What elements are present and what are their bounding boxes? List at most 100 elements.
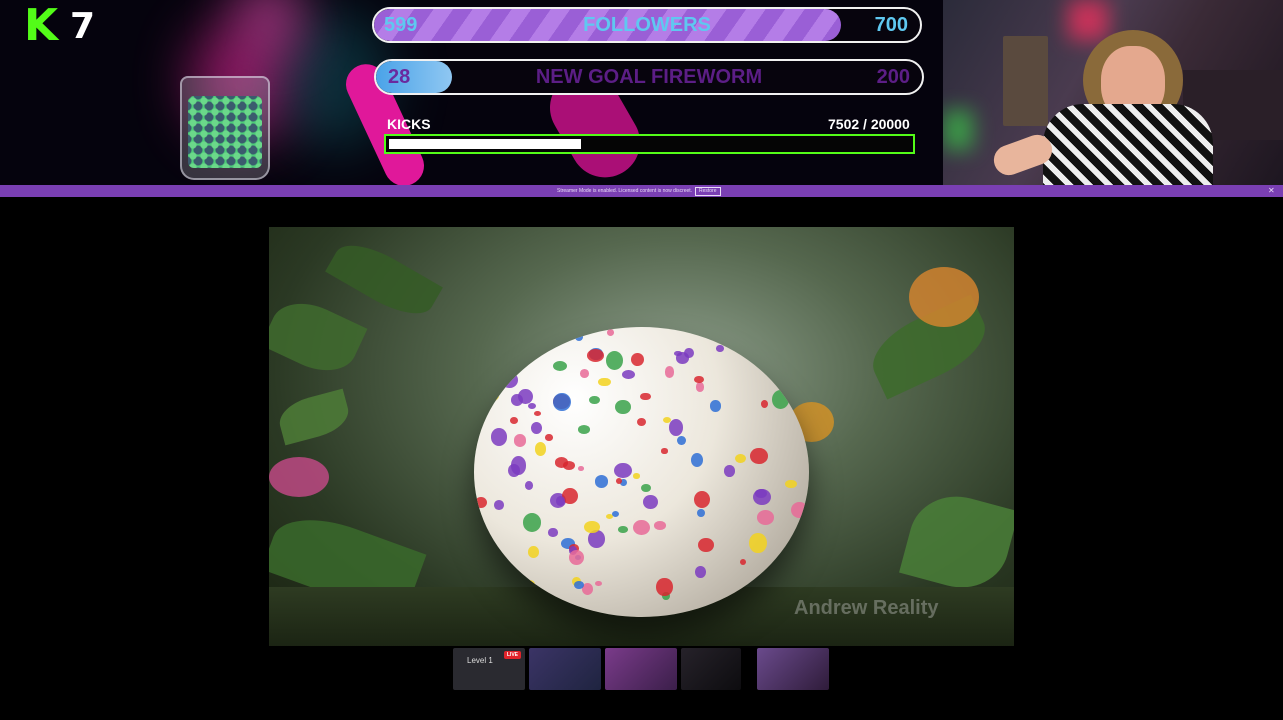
egg-spot xyxy=(555,496,565,506)
egg-spot xyxy=(735,453,747,463)
egg-spot xyxy=(478,532,486,538)
egg-spot xyxy=(783,572,797,587)
egg-spot xyxy=(512,574,525,586)
notice-restore-button[interactable]: Restore xyxy=(695,187,721,196)
egg-spot xyxy=(588,530,606,548)
egg-spot xyxy=(756,510,774,525)
egg-spot xyxy=(760,399,769,408)
thumbnail[interactable] xyxy=(529,648,601,690)
egg-spot xyxy=(693,375,704,384)
close-icon[interactable]: ✕ xyxy=(1268,185,1275,197)
egg-spot xyxy=(475,497,488,509)
egg-spot xyxy=(548,528,558,537)
egg-spot xyxy=(631,352,645,367)
room-shelf xyxy=(1003,36,1048,126)
kicks-label: KICKS xyxy=(387,116,431,132)
spotted-egg xyxy=(474,327,809,617)
egg-spot xyxy=(693,490,710,508)
egg-spot xyxy=(695,565,706,578)
egg-spot xyxy=(584,520,600,533)
egg-spot xyxy=(534,442,546,456)
foliage xyxy=(269,290,368,384)
egg-spot xyxy=(749,532,767,553)
egg-spot xyxy=(553,393,572,412)
egg-spot xyxy=(676,436,686,446)
egg-spot xyxy=(510,456,527,475)
video-watermark: Andrew Reality xyxy=(794,597,939,619)
egg-spot xyxy=(594,580,602,587)
egg-spot xyxy=(633,520,650,536)
egg-spot xyxy=(654,521,667,530)
egg-spot xyxy=(790,501,808,519)
egg-spot xyxy=(622,370,635,380)
egg-spot xyxy=(586,349,605,363)
egg-spot xyxy=(739,558,747,565)
egg-spot xyxy=(524,580,536,589)
egg-spot xyxy=(481,389,500,403)
egg-spot xyxy=(598,377,611,387)
egg-spot xyxy=(552,360,567,371)
egg-spot xyxy=(640,392,651,401)
egg-spot xyxy=(709,400,721,412)
egg-spot xyxy=(533,410,541,416)
foliage xyxy=(275,388,353,446)
egg-spot xyxy=(716,345,724,353)
egg-spot xyxy=(774,593,783,600)
egg-spot xyxy=(517,388,533,405)
orange-flower xyxy=(909,267,979,327)
egg-spot xyxy=(637,417,647,427)
live-badge: LIVE xyxy=(503,651,521,659)
orchid-flower xyxy=(269,457,329,497)
egg-spot xyxy=(632,473,640,479)
kicks-progress-fill xyxy=(389,139,581,149)
jar-contents xyxy=(188,96,262,168)
egg-spot xyxy=(574,332,584,342)
egg-spot xyxy=(757,587,767,597)
egg-spot xyxy=(494,500,504,511)
egg-spot xyxy=(606,329,614,337)
egg-spot xyxy=(528,545,539,558)
egg-spot xyxy=(501,371,518,389)
egg-spot xyxy=(513,434,527,447)
stream-overlay: K 7 599 FOLLOWERS 700 28 NEW GOAL FIREWO… xyxy=(0,0,943,185)
webcam-feed xyxy=(943,0,1283,185)
egg-spot xyxy=(690,453,703,467)
egg-spot xyxy=(594,475,608,488)
egg-spot xyxy=(510,417,518,424)
thumbnail[interactable] xyxy=(605,648,677,690)
kick-logo: K xyxy=(24,0,58,51)
egg-spot xyxy=(753,488,771,506)
thumbnail[interactable]: Level 1 LIVE xyxy=(453,648,525,690)
egg-spot xyxy=(661,448,668,454)
egg-spot xyxy=(545,434,553,441)
egg-spot xyxy=(614,463,632,479)
neon-light xyxy=(943,110,973,150)
thumbnail[interactable] xyxy=(757,648,829,690)
egg-spot xyxy=(612,511,620,518)
egg-spot xyxy=(523,513,542,532)
egg-spot xyxy=(479,377,494,387)
egg-spot xyxy=(589,395,600,405)
firework-goal-bar: 28 NEW GOAL FIREWORM 200 xyxy=(374,59,924,95)
streamer-shirt xyxy=(1043,104,1213,185)
kick-jar-icon xyxy=(180,76,270,180)
egg-spot xyxy=(528,598,543,610)
video-player[interactable]: Andrew Reality xyxy=(269,227,1014,646)
kicks-value: 7502 / 20000 xyxy=(828,116,910,132)
egg-spot xyxy=(577,425,591,435)
streamer-mode-notice: Streamer Mode is enabled. Licensed conte… xyxy=(0,185,1283,197)
egg-spot xyxy=(656,578,673,596)
egg-spot xyxy=(786,550,797,560)
followers-goal-title: FOLLOWERS xyxy=(583,14,711,36)
notice-text: Streamer Mode is enabled. Licensed conte… xyxy=(557,188,693,194)
egg-spot xyxy=(662,417,671,424)
followers-target: 700 xyxy=(874,14,908,36)
thumbnail[interactable] xyxy=(681,648,741,690)
egg-spot xyxy=(785,479,797,488)
egg-spot xyxy=(605,350,624,370)
egg-spot xyxy=(524,481,534,491)
egg-spot xyxy=(499,581,510,591)
egg-spot xyxy=(698,537,714,552)
egg-spot xyxy=(664,366,675,378)
egg-spot xyxy=(724,465,736,477)
